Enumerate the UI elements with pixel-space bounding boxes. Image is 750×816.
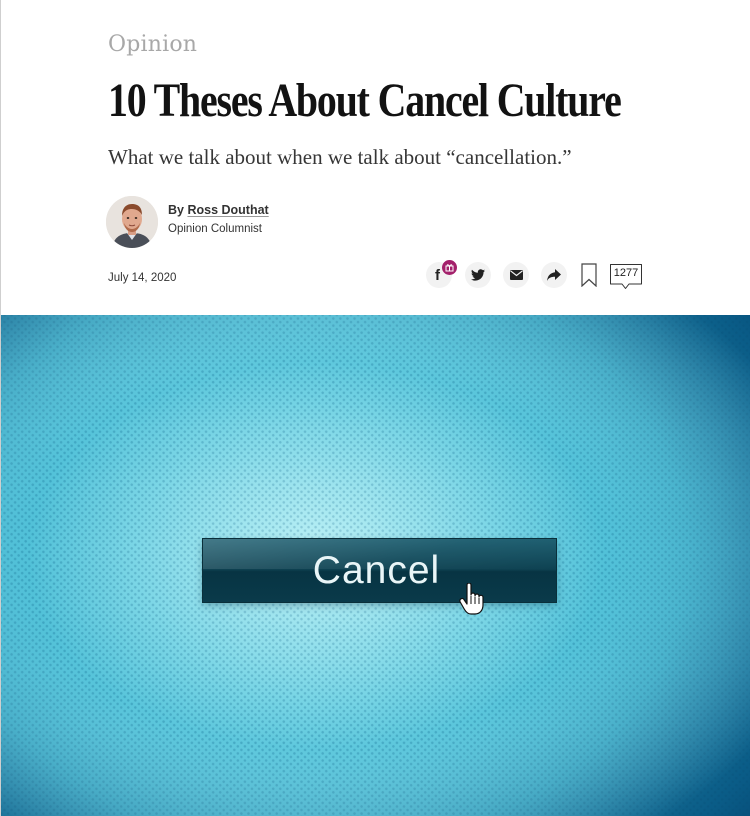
- author-link[interactable]: Ross Douthat: [187, 203, 268, 217]
- byline: By Ross Douthat Opinion Columnist: [106, 195, 269, 249]
- facebook-share-button[interactable]: f: [426, 260, 457, 288]
- byline-prefix: By: [168, 202, 188, 217]
- facebook-icon: f: [435, 266, 440, 284]
- bookmark-icon: [581, 263, 597, 288]
- gift-badge-icon: [442, 260, 457, 275]
- cancel-button: Cancel: [203, 539, 556, 602]
- more-share-button[interactable]: [541, 262, 567, 288]
- author-avatar[interactable]: [106, 196, 158, 248]
- save-bookmark-button[interactable]: [580, 263, 598, 288]
- article-page: Opinion 10 Theses About Cancel Culture W…: [0, 0, 750, 816]
- twitter-share-button[interactable]: [465, 262, 491, 288]
- article-summary: What we talk about when we talk about “c…: [108, 145, 572, 169]
- twitter-icon: [471, 269, 485, 281]
- comments-count: 1277: [613, 267, 639, 279]
- email-icon: [509, 270, 523, 280]
- hand-cursor-icon: [459, 583, 484, 615]
- author-role: Opinion Columnist: [168, 222, 262, 235]
- publish-date: July 14, 2020: [108, 272, 177, 284]
- comments-button[interactable]: 1277: [609, 263, 643, 289]
- section-label-opinion[interactable]: Opinion: [108, 31, 197, 59]
- cancel-button-label: Cancel: [312, 548, 441, 592]
- share-icon: [547, 269, 561, 281]
- byline-line: By Ross Douthat: [168, 202, 269, 218]
- article-headline: 10 Theses About Cancel Culture: [108, 74, 622, 127]
- hero-image: Cancel: [1, 315, 750, 816]
- email-share-button[interactable]: [503, 262, 529, 288]
